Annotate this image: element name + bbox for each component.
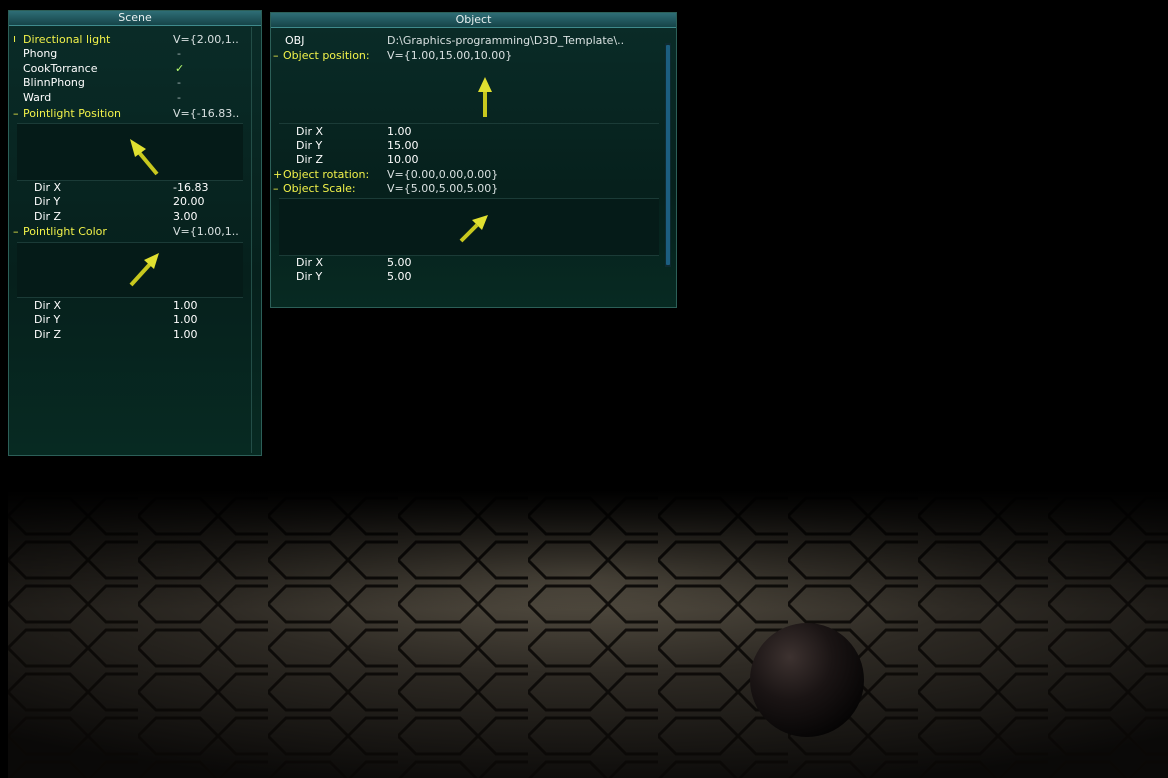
directional-light-value: V={2.00,1..	[173, 33, 239, 46]
position-dir-z-value[interactable]: 10.00	[387, 153, 419, 166]
object-scrollbar-thumb[interactable]	[666, 45, 670, 265]
object-position-marker[interactable]: –	[273, 49, 279, 62]
phong-label[interactable]: Phong	[23, 47, 57, 60]
position-dir-z-label: Dir Z	[296, 153, 324, 166]
scene-panel-title[interactable]: Scene	[9, 11, 261, 26]
pointlight-color-label[interactable]: Pointlight Color	[23, 225, 107, 238]
sphere-object	[750, 623, 864, 737]
direction-arrow-icon[interactable]	[279, 65, 659, 123]
object-panel-title[interactable]: Object	[271, 13, 676, 28]
color-dir-z-value[interactable]: 1.00	[173, 328, 198, 341]
directional-light-marker[interactable]: ı	[13, 32, 16, 45]
pointlight-dir-x-value[interactable]: -16.83	[173, 181, 208, 194]
blinnphong-label[interactable]: BlinnPhong	[23, 76, 85, 89]
object-panel: Object OBJ D:\Graphics-programming\D3D_T…	[270, 12, 677, 308]
object-scale-label[interactable]: Object Scale:	[283, 182, 356, 195]
directional-light-label[interactable]: Directional light	[23, 33, 110, 46]
phong-toggle[interactable]: -	[177, 47, 181, 60]
pointlight-color-marker[interactable]: –	[13, 225, 19, 238]
ward-label[interactable]: Ward	[23, 91, 51, 104]
obj-label: OBJ	[285, 34, 305, 47]
scene-panel-divider	[251, 27, 252, 453]
object-rotation-value: V={0.00,0.00,0.00}	[387, 168, 499, 181]
color-dir-y-value[interactable]: 1.00	[173, 313, 198, 326]
cooktorrance-label[interactable]: CookTorrance	[23, 62, 97, 75]
pointlight-position-marker[interactable]: –	[13, 107, 19, 120]
pointlight-dir-z-value[interactable]: 3.00	[173, 210, 198, 223]
direction-arrow-icon[interactable]	[17, 243, 243, 297]
position-dir-x-value[interactable]: 1.00	[387, 125, 412, 138]
position-dir-x-label: Dir X	[296, 125, 324, 138]
position-dir-y-label: Dir Y	[296, 139, 323, 152]
object-rotation-marker[interactable]: +	[273, 168, 282, 181]
object-position-label[interactable]: Object position:	[283, 49, 370, 62]
pointlight-dir-x-label: Dir X	[34, 181, 62, 194]
direction-arrow-icon[interactable]	[17, 124, 243, 180]
direction-arrow-icon[interactable]	[279, 199, 659, 255]
pointlight-dir-y-label: Dir Y	[34, 195, 61, 208]
object-position-value: V={1.00,15.00,10.00}	[387, 49, 513, 62]
object-rotation-label[interactable]: Object rotation:	[283, 168, 369, 181]
object-scale-value: V={5.00,5.00,5.00}	[387, 182, 499, 195]
pointlight-color-value: V={1.00,1..	[173, 225, 239, 238]
color-dir-x-value[interactable]: 1.00	[173, 299, 198, 312]
ward-toggle[interactable]: -	[177, 91, 181, 104]
scale-dir-x-label: Dir X	[296, 256, 324, 269]
object-position-widget[interactable]	[279, 65, 659, 123]
pointlight-dir-z-label: Dir Z	[34, 210, 62, 223]
color-dir-y-label: Dir Y	[34, 313, 61, 326]
color-dir-z-label: Dir Z	[34, 328, 62, 341]
pointlight-dir-y-value[interactable]: 20.00	[173, 195, 205, 208]
scale-dir-y-value[interactable]: 5.00	[387, 270, 412, 283]
color-dir-x-label: Dir X	[34, 299, 62, 312]
object-position-divider	[279, 123, 659, 124]
obj-path-value[interactable]: D:\Graphics-programming\D3D_Template\..	[387, 34, 624, 47]
scene-panel: Scene ı Directional light V={2.00,1.. Ph…	[8, 10, 262, 456]
cooktorrance-check-icon[interactable]: ✓	[175, 62, 184, 75]
object-scale-widget[interactable]	[279, 198, 659, 256]
blinnphong-toggle[interactable]: -	[177, 76, 181, 89]
object-scale-marker[interactable]: –	[273, 182, 279, 195]
position-dir-y-value[interactable]: 15.00	[387, 139, 419, 152]
pointlight-position-label[interactable]: Pointlight Position	[23, 107, 121, 120]
pointlight-direction-widget[interactable]	[17, 123, 243, 181]
scale-dir-y-label: Dir Y	[296, 270, 323, 283]
scale-dir-x-value[interactable]: 5.00	[387, 256, 412, 269]
pointlight-position-value: V={-16.83..	[173, 107, 240, 120]
pointlight-color-widget[interactable]	[17, 242, 243, 298]
